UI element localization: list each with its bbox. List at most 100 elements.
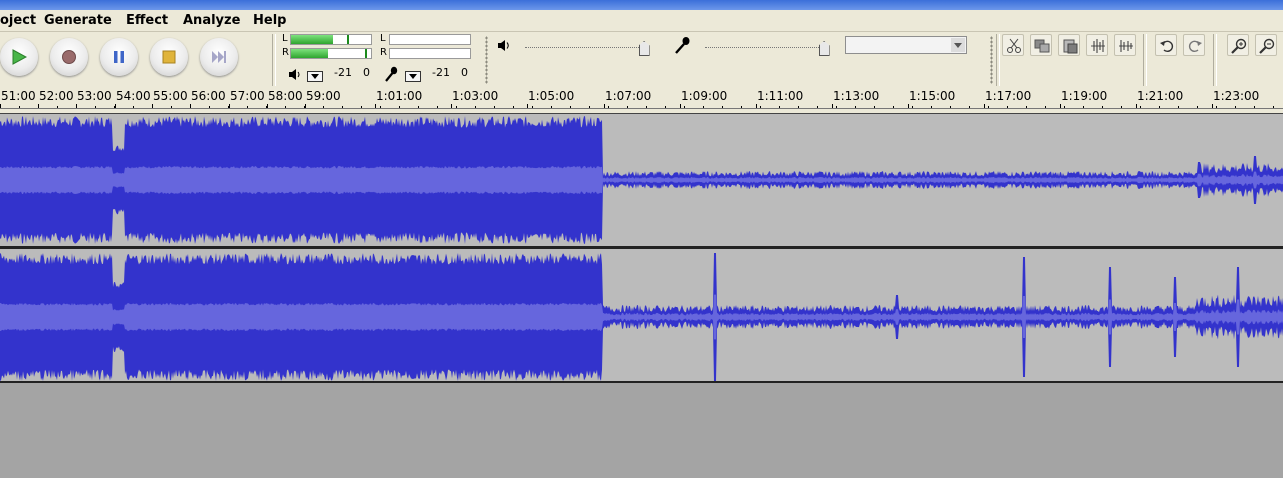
silence-button[interactable] [1114, 34, 1136, 56]
input-volume-thumb[interactable] [818, 41, 830, 56]
zoom-out-button[interactable] [1255, 34, 1277, 56]
ruler-minor-tick [589, 106, 590, 108]
ruler-label: 52:00 [39, 89, 74, 103]
ruler-label: 56:00 [191, 89, 226, 103]
input-volume-slider[interactable] [705, 47, 825, 49]
ruler-label: 1:11:00 [757, 89, 804, 103]
playback-volume-slider[interactable] [525, 47, 645, 49]
playback-meter-left[interactable] [290, 34, 372, 45]
ruler-label: 1:05:00 [528, 89, 575, 103]
redo-button[interactable] [1183, 34, 1205, 56]
ruler-minor-tick [570, 106, 571, 108]
menu-effect[interactable]: Effect [126, 12, 168, 29]
silence-icon [1119, 40, 1133, 52]
ruler-minor-tick [38, 106, 39, 108]
skip-to-end-button[interactable] [200, 38, 238, 76]
empty-track-area[interactable] [0, 384, 1283, 478]
toolbar-separator [996, 34, 1000, 86]
recording-meter-dropdown[interactable] [405, 71, 421, 82]
menu-generate[interactable]: Generate [44, 12, 112, 29]
paste-button[interactable] [1058, 34, 1080, 56]
skip-to-end-icon [212, 51, 226, 63]
ruler-tick [984, 104, 985, 108]
ruler-minor-tick [1064, 106, 1065, 108]
copy-button[interactable] [1030, 34, 1052, 56]
microphone-icon [385, 66, 398, 82]
ruler-minor-tick [57, 106, 58, 108]
ruler-minor-tick [798, 106, 799, 108]
play-icon [12, 49, 27, 65]
ruler-label: 1:07:00 [605, 89, 652, 103]
cut-button[interactable] [1002, 34, 1024, 56]
ruler-minor-tick [1026, 106, 1027, 108]
ruler-label: 59:00 [306, 89, 341, 103]
cut-icon [1007, 38, 1021, 53]
toolbar-separator [1213, 34, 1217, 86]
timeline-ruler[interactable]: 51:00 52:00 53:00 54:00 55:00 56:00 57:00 58:00… [0, 88, 1283, 109]
ruler-tick [604, 104, 605, 108]
trim-button[interactable] [1086, 34, 1108, 56]
ruler-label: 1:09:00 [681, 89, 728, 103]
ruler-minor-tick [1121, 106, 1122, 108]
playback-volume-thumb[interactable] [638, 41, 650, 56]
ruler-minor-tick [285, 106, 286, 108]
ruler-label: 51:00 [1, 89, 36, 103]
ruler-minor-tick [152, 106, 153, 108]
recording-meter-left-label: L [380, 33, 386, 44]
ruler-label: 58:00 [268, 89, 303, 103]
ruler-minor-tick [874, 106, 875, 108]
ruler-minor-tick [437, 106, 438, 108]
ruler-minor-tick [1045, 106, 1046, 108]
speaker-icon [289, 69, 300, 80]
ruler-minor-tick [817, 106, 818, 108]
zoom-in-icon [1231, 38, 1247, 54]
ruler-minor-tick [209, 106, 210, 108]
playback-meter-dropdown[interactable] [307, 71, 323, 82]
playback-meter-left-label: L [282, 33, 288, 44]
toolbar-grip[interactable] [990, 36, 993, 84]
ruler-minor-tick [969, 106, 970, 108]
play-button[interactable] [0, 38, 38, 76]
ruler-minor-tick [323, 106, 324, 108]
recording-meter-left[interactable] [389, 34, 471, 45]
ruler-minor-tick [114, 106, 115, 108]
ruler-label: 53:00 [77, 89, 112, 103]
menu-project[interactable]: oject [0, 12, 36, 29]
ruler-minor-tick [380, 106, 381, 108]
stop-button[interactable] [150, 38, 188, 76]
menu-help[interactable]: Help [253, 12, 286, 29]
ruler-minor-tick [931, 106, 932, 108]
ruler-minor-tick [1178, 106, 1179, 108]
trim-icon [1091, 39, 1105, 53]
menu-analyze[interactable]: Analyze [183, 12, 240, 29]
ruler-minor-tick [988, 106, 989, 108]
ruler-minor-tick [1159, 106, 1160, 108]
ruler-minor-tick [1140, 106, 1141, 108]
zoom-in-button[interactable] [1227, 34, 1249, 56]
ruler-tick [527, 104, 528, 108]
toolbar-separator [1143, 34, 1147, 86]
pause-button[interactable] [100, 38, 138, 76]
ruler-tick [451, 104, 452, 108]
ruler-tick [756, 104, 757, 108]
ruler-minor-tick [760, 106, 761, 108]
ruler-minor-tick [855, 106, 856, 108]
input-source-select[interactable] [845, 36, 967, 54]
ruler-minor-tick [228, 106, 229, 108]
record-button[interactable] [50, 38, 88, 76]
ruler-minor-tick [1273, 106, 1274, 108]
playback-meter-db-max: 0 [363, 66, 370, 79]
ruler-minor-tick [475, 106, 476, 108]
toolbar-grip[interactable] [485, 36, 488, 84]
ruler-minor-tick [456, 106, 457, 108]
ruler-tick [115, 104, 116, 108]
ruler-label: 55:00 [153, 89, 188, 103]
copy-icon [1034, 39, 1050, 53]
ruler-label: 1:01:00 [376, 89, 423, 103]
recording-meter-right[interactable] [389, 48, 471, 59]
recording-meter-right-label: R [380, 47, 387, 58]
playback-meter-right[interactable] [290, 48, 372, 59]
undo-button[interactable] [1155, 34, 1177, 56]
zoom-out-icon [1259, 38, 1275, 54]
ruler-minor-tick [76, 106, 77, 108]
